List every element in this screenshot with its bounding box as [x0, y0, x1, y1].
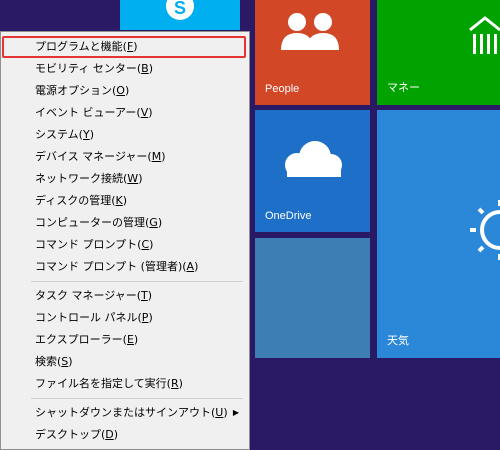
menu-item-search[interactable]: 検索(S) [1, 351, 249, 373]
menu-item-label: エクスプローラー( [35, 333, 127, 346]
menu-item-computer-management[interactable]: コンピューターの管理(G) [1, 212, 249, 234]
menu-item-label: デスクトップ( [35, 428, 106, 441]
blank-tile[interactable] [255, 238, 370, 358]
menu-item-label: コマンド プロンプト( [35, 238, 142, 251]
skype-tile[interactable]: S [120, 0, 240, 30]
menu-item-label: イベント ビューアー( [35, 106, 141, 119]
skype-icon: S [166, 0, 194, 20]
menu-item-accelerator: D [105, 428, 114, 441]
weather-tile-label: 天気 [387, 335, 409, 347]
onedrive-tile[interactable]: OneDrive [255, 110, 370, 232]
menu-item-label: コンピューターの管理( [35, 216, 150, 229]
sun-icon [470, 200, 500, 260]
menu-separator [31, 398, 243, 399]
cloud-icon [285, 141, 342, 177]
menu-item-accelerator: M [151, 150, 162, 163]
menu-item-label: 検索( [35, 355, 62, 368]
menu-item-accelerator: O [116, 84, 125, 97]
menu-item-label: システム( [35, 128, 83, 141]
menu-item-mobility-center[interactable]: モビリティ センター(B) [1, 58, 249, 80]
menu-item-label: ネットワーク接続( [35, 172, 128, 185]
menu-item-accelerator: W [127, 172, 139, 185]
menu-item-shutdown-signout[interactable]: シャットダウンまたはサインアウト(U) ▶ [1, 402, 249, 424]
menu-item-task-manager[interactable]: タスク マネージャー(T) [1, 285, 249, 307]
menu-item-run[interactable]: ファイル名を指定して実行(R) [1, 373, 249, 395]
menu-item-accelerator: G [149, 216, 158, 229]
menu-item-label: ディスクの管理( [35, 194, 116, 207]
menu-item-disk-management[interactable]: ディスクの管理(K) [1, 190, 249, 212]
menu-item-accelerator: Y [82, 128, 90, 141]
money-tile[interactable]: マネー [377, 0, 500, 105]
power-user-menu: プログラムと機能(F) モビリティ センター(B) 電源オプション(O) イベン… [0, 31, 250, 450]
menu-item-label: モビリティ センター( [35, 62, 142, 75]
menu-item-label: コマンド プロンプト (管理者)( [35, 260, 187, 273]
people-tile[interactable]: People [255, 0, 370, 105]
menu-item-desktop[interactable]: デスクトップ(D) [1, 424, 249, 446]
submenu-arrow-icon: ▶ [232, 408, 239, 417]
people-tile-label: People [265, 83, 300, 95]
menu-item-command-prompt[interactable]: コマンド プロンプト(C) [1, 234, 249, 256]
onedrive-tile-label: OneDrive [265, 210, 312, 222]
menu-item-system[interactable]: システム(Y) [1, 124, 249, 146]
menu-item-event-viewer[interactable]: イベント ビューアー(V) [1, 102, 249, 124]
menu-item-accelerator: A [186, 260, 195, 273]
menu-item-accelerator: C [141, 238, 150, 251]
menu-item-label: タスク マネージャー( [35, 289, 142, 302]
menu-item-label: 電源オプション( [35, 84, 117, 97]
menu-item-accelerator: R [170, 377, 179, 390]
menu-item-command-prompt-admin[interactable]: コマンド プロンプト (管理者)(A) [1, 256, 249, 278]
money-tile-label: マネー [387, 82, 420, 94]
menu-item-accelerator: E [126, 333, 134, 346]
weather-tile[interactable]: 天気 [377, 110, 500, 358]
menu-item-control-panel[interactable]: コントロール パネル(P) [1, 307, 249, 329]
menu-item-file-explorer[interactable]: エクスプローラー(E) [1, 329, 249, 351]
menu-item-power-options[interactable]: 電源オプション(O) [1, 80, 249, 102]
menu-item-accelerator: T [141, 289, 148, 302]
menu-item-label: ファイル名を指定して実行( [35, 377, 171, 390]
menu-separator [31, 281, 243, 282]
menu-item-accelerator: K [115, 194, 123, 207]
chart-icon [469, 16, 500, 54]
menu-item-accelerator: B [141, 62, 149, 75]
menu-item-programs-features[interactable]: プログラムと機能(F) [2, 36, 246, 58]
menu-item-label: デバイス マネージャー( [35, 150, 152, 163]
menu-item-device-manager[interactable]: デバイス マネージャー(M) [1, 146, 249, 168]
menu-item-network-connections[interactable]: ネットワーク接続(W) [1, 168, 249, 190]
menu-item-label: コントロール パネル( [35, 311, 142, 324]
menu-item-label: プログラムと機能( [35, 40, 127, 53]
people-icon [281, 13, 339, 50]
svg-text:S: S [174, 0, 186, 18]
menu-item-label: シャットダウンまたはサインアウト( [35, 406, 216, 419]
